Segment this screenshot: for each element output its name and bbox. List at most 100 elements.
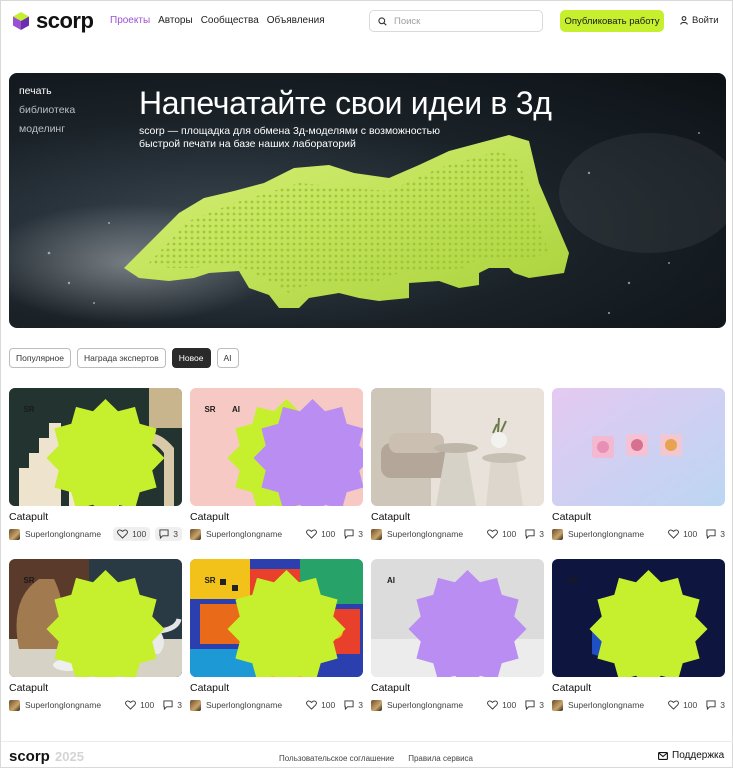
comments-button[interactable]: 3: [155, 527, 182, 541]
project-meta: Superlonglongname 100 3: [9, 526, 182, 542]
footer-links: Пользовательское соглашение Правила серв…: [279, 754, 473, 763]
project-title[interactable]: Catapult: [552, 511, 591, 523]
project-meta: Superlonglongname 100 3: [190, 526, 363, 542]
hero-menu-print[interactable]: печать: [19, 85, 75, 97]
like-button[interactable]: 100: [487, 700, 516, 710]
avatar[interactable]: [190, 699, 201, 711]
footer-link-user-agreement[interactable]: Пользовательское соглашение: [279, 754, 394, 763]
like-count: 100: [321, 700, 336, 710]
project-title[interactable]: Catapult: [552, 682, 591, 694]
nav-authors[interactable]: Авторы: [158, 15, 193, 26]
hero-menu-modeling[interactable]: моделинг: [19, 123, 75, 135]
project-thumbnail[interactable]: SR: [552, 559, 725, 677]
footer-year: 2025: [55, 749, 84, 764]
search-input[interactable]: [394, 15, 524, 27]
footer-divider: [1, 741, 733, 742]
project-card[interactable]: SR Catapult Superlonglongname 100 3: [9, 559, 182, 711]
cube-logo-icon: [13, 12, 29, 30]
support-link[interactable]: Поддержка: [658, 750, 724, 761]
avatar[interactable]: [9, 528, 20, 540]
author-name[interactable]: Superlonglongname: [387, 700, 487, 710]
comments-button[interactable]: 3: [525, 700, 544, 710]
comment-count: 3: [720, 700, 725, 710]
search-box[interactable]: [369, 10, 543, 32]
logo-text: scorp: [36, 8, 94, 33]
hero-menu-library[interactable]: библиотека: [19, 104, 75, 116]
hero-title: Напечатайте свои идеи в 3д: [139, 85, 552, 121]
avatar[interactable]: [9, 699, 20, 711]
sr-badge: SR: [19, 570, 165, 677]
like-count: 100: [321, 529, 336, 539]
project-title[interactable]: Catapult: [190, 511, 229, 523]
footer-link-service-rules[interactable]: Правила сервиса: [408, 754, 473, 763]
filter-expert-award[interactable]: Награда экспертов: [76, 348, 166, 368]
author-name[interactable]: Superlonglongname: [206, 700, 306, 710]
project-thumbnail[interactable]: SR: [190, 559, 363, 677]
publish-button[interactable]: Опубликовать работу: [560, 10, 664, 32]
heart-icon: [306, 529, 317, 539]
project-thumbnail[interactable]: AI: [371, 559, 544, 677]
project-meta: Superlonglongname 100 3: [552, 526, 725, 542]
filter-popular[interactable]: Популярное: [9, 348, 71, 368]
comments-button[interactable]: 3: [344, 529, 363, 539]
like-button[interactable]: 100: [306, 529, 335, 539]
project-card[interactable]: SR Catapult Superlonglongname 100 3: [9, 388, 182, 541]
author-name[interactable]: Superlonglongname: [25, 529, 113, 539]
sr-badge: SR: [562, 570, 708, 677]
project-card[interactable]: SR AI Catapult Superlonglongname 100 3: [190, 388, 363, 540]
project-title[interactable]: Catapult: [190, 682, 229, 694]
like-button[interactable]: 100: [306, 700, 335, 710]
project-thumbnail[interactable]: SR AI: [190, 388, 363, 506]
project-card[interactable]: SR Catapult Superlonglongname 100 3: [552, 559, 725, 711]
comments-button[interactable]: 3: [525, 529, 544, 539]
project-card[interactable]: SR Catapult Superlonglongname 100 3: [190, 559, 363, 711]
comments-button[interactable]: 3: [344, 700, 363, 710]
project-card[interactable]: Catapult Superlonglongname 100 3: [371, 388, 544, 540]
avatar[interactable]: [552, 699, 563, 711]
comment-count: 3: [173, 529, 178, 539]
author-name[interactable]: Superlonglongname: [206, 529, 306, 539]
avatar[interactable]: [190, 528, 201, 540]
project-thumbnail[interactable]: [371, 388, 544, 506]
project-title[interactable]: Catapult: [371, 682, 410, 694]
nav-announcements[interactable]: Объявления: [267, 15, 325, 26]
comments-button[interactable]: 3: [706, 700, 725, 710]
like-button[interactable]: 100: [487, 529, 516, 539]
comment-icon: [159, 529, 169, 539]
comment-icon: [344, 700, 354, 710]
like-button[interactable]: 100: [668, 529, 697, 539]
login-button[interactable]: Войти: [680, 15, 719, 26]
project-title[interactable]: Catapult: [371, 511, 410, 523]
avatar[interactable]: [552, 528, 563, 540]
author-name[interactable]: Superlonglongname: [387, 529, 487, 539]
project-title[interactable]: Catapult: [9, 682, 48, 694]
comment-count: 3: [539, 529, 544, 539]
comment-icon: [525, 529, 535, 539]
author-name[interactable]: Superlonglongname: [568, 529, 668, 539]
project-thumbnail[interactable]: [552, 388, 725, 506]
footer-logo[interactable]: scorp: [9, 748, 50, 765]
logo[interactable]: scorp: [12, 8, 94, 33]
project-meta: Superlonglongname 100 3: [9, 697, 182, 713]
heart-icon: [487, 700, 498, 710]
comments-button[interactable]: 3: [706, 529, 725, 539]
project-thumbnail[interactable]: SR: [9, 388, 182, 506]
nav-projects[interactable]: Проекты: [110, 15, 150, 26]
like-button[interactable]: 100: [125, 700, 154, 710]
filter-ai[interactable]: AI: [216, 348, 239, 368]
filter-new[interactable]: Новое: [171, 348, 211, 368]
project-card[interactable]: Catapult Superlonglongname 100 3: [552, 388, 725, 540]
avatar[interactable]: [371, 528, 382, 540]
avatar[interactable]: [371, 699, 382, 711]
project-thumbnail[interactable]: SR: [9, 559, 182, 677]
like-button[interactable]: 100: [113, 527, 151, 541]
author-name[interactable]: Superlonglongname: [25, 700, 125, 710]
like-button[interactable]: 100: [668, 700, 697, 710]
project-title[interactable]: Catapult: [9, 511, 48, 523]
nav-communities[interactable]: Сообщества: [201, 15, 259, 26]
sr-badge: SR: [19, 399, 165, 506]
author-name[interactable]: Superlonglongname: [568, 700, 668, 710]
comments-button[interactable]: 3: [163, 700, 182, 710]
comment-icon: [706, 700, 716, 710]
project-card[interactable]: AI Catapult Superlonglongname 100 3: [371, 559, 544, 711]
